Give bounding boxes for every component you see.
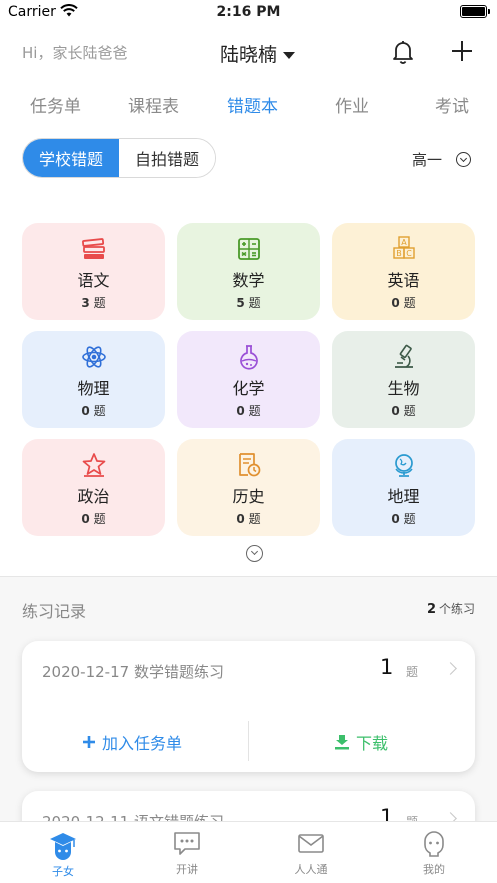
subject-count: 3题 xyxy=(81,296,106,310)
subject-card-politics[interactable]: 政治 0题 xyxy=(22,439,165,536)
subject-card-math[interactable]: 数学 5题 xyxy=(177,223,320,320)
subject-name: 语文 xyxy=(77,271,110,290)
greeting-text: Hi，家长陆爸爸 xyxy=(22,44,128,62)
subject-card-chinese[interactable]: 语文 3题 xyxy=(22,223,165,320)
subject-count: 5题 xyxy=(236,296,261,310)
mistake-source-segment: 学校错题 自拍错题 xyxy=(22,138,217,178)
battery-icon xyxy=(460,5,490,18)
subject-card-history[interactable]: 历史 0题 xyxy=(177,439,320,536)
record-title: 2020-12-17 数学错题练习 xyxy=(42,663,224,681)
subject-name: 化学 xyxy=(232,379,265,398)
subject-card-biology[interactable]: 生物 0题 xyxy=(332,331,475,428)
subject-count: 0题 xyxy=(391,296,416,310)
tabbar-item-me[interactable]: 我的 xyxy=(394,830,474,877)
graduate-icon xyxy=(50,833,76,860)
grade-label: 高一 xyxy=(412,151,443,169)
svg-text:A: A xyxy=(401,238,407,247)
star-icon xyxy=(81,451,107,479)
download-label: 下载 xyxy=(356,734,389,753)
calculator-icon xyxy=(237,235,261,263)
subject-name: 政治 xyxy=(77,487,110,506)
svg-text:B: B xyxy=(396,249,402,258)
status-bar: Carrier 2:16 PM xyxy=(0,0,497,26)
add-to-tasklist-label: 加入任务单 xyxy=(102,734,183,753)
record-actions: 加入任务单 下载 xyxy=(22,721,475,761)
tabbar-item-children[interactable]: 子女 xyxy=(23,830,103,879)
mail-icon xyxy=(298,834,324,853)
history-doc-icon xyxy=(236,451,262,479)
expand-chevron-icon[interactable] xyxy=(246,545,263,562)
subject-grid: 语文 3题 数学 5题 ABC 英语 0题 物理 0题 化学 0题 生物 0题 xyxy=(22,223,476,536)
action-separator xyxy=(248,721,249,761)
tabbar-item-messages[interactable]: 人人通 xyxy=(271,830,351,877)
plus-icon xyxy=(83,736,95,748)
tabbar-label: 我的 xyxy=(423,863,445,876)
abc-blocks-icon: ABC xyxy=(392,235,416,263)
microscope-icon xyxy=(391,343,417,371)
record-unit: 题 xyxy=(406,665,419,679)
child-name: 陆晓楠 xyxy=(220,44,278,66)
photo-mistakes-button[interactable]: 自拍错题 xyxy=(119,139,216,177)
subject-name: 英语 xyxy=(387,271,420,290)
subject-card-chemistry[interactable]: 化学 0题 xyxy=(177,331,320,428)
tabbar-item-lecture[interactable]: 开讲 xyxy=(147,830,227,877)
subject-count: 0题 xyxy=(81,404,106,418)
subject-count: 0题 xyxy=(391,404,416,418)
tab-mistakes[interactable]: 错题本 xyxy=(227,92,278,117)
tab-schedule[interactable]: 课程表 xyxy=(128,92,179,117)
subject-name: 历史 xyxy=(232,487,265,506)
practice-record-card[interactable]: 2020-12-17 数学错题练习 1 题 加入任务单 下载 xyxy=(22,641,475,772)
subject-name: 地理 xyxy=(387,487,420,506)
school-mistakes-button[interactable]: 学校错题 xyxy=(23,139,120,177)
clock: 2:16 PM xyxy=(216,4,281,20)
globe-icon xyxy=(391,451,417,479)
subject-card-physics[interactable]: 物理 0题 xyxy=(22,331,165,428)
practice-title: 练习记录 xyxy=(22,602,87,621)
subject-count: 0题 xyxy=(81,512,106,526)
subject-name: 生物 xyxy=(387,379,420,398)
practice-count: 2 个练习 xyxy=(426,602,475,617)
tabbar-label: 开讲 xyxy=(176,863,198,876)
books-icon xyxy=(81,235,107,263)
add-to-tasklist-button[interactable]: 加入任务单 xyxy=(82,730,182,754)
child-selector[interactable]: 陆晓楠 xyxy=(220,40,296,67)
record-question-count: 1 xyxy=(380,655,394,679)
tab-homework[interactable]: 作业 xyxy=(335,92,369,117)
flask-icon xyxy=(237,343,261,371)
grade-selector[interactable]: 高一 xyxy=(412,149,472,170)
add-icon[interactable] xyxy=(450,39,474,67)
svg-text:C: C xyxy=(406,249,412,258)
chat-bubble-icon xyxy=(174,832,200,855)
download-icon xyxy=(335,735,349,750)
chevron-down-icon xyxy=(456,152,472,167)
bottom-tab-bar: 子女 开讲 人人通 我的 xyxy=(0,821,497,883)
tab-task-list[interactable]: 任务单 xyxy=(30,92,81,117)
header: Hi，家长陆爸爸 陆晓楠 xyxy=(0,30,497,80)
subject-name: 物理 xyxy=(77,379,110,398)
subject-count: 0题 xyxy=(391,512,416,526)
top-tabs: 任务单 课程表 错题本 作业 考试 xyxy=(0,88,497,122)
subject-name: 数学 xyxy=(232,271,265,290)
tab-exam[interactable]: 考试 xyxy=(435,92,469,117)
tabbar-label: 子女 xyxy=(52,865,74,878)
chevron-right-icon xyxy=(444,662,457,675)
subject-count: 0题 xyxy=(236,404,261,418)
download-button[interactable]: 下载 xyxy=(334,730,388,754)
caret-down-icon xyxy=(283,51,296,59)
tabbar-label: 人人通 xyxy=(294,863,328,876)
subject-card-english[interactable]: ABC 英语 0题 xyxy=(332,223,475,320)
atom-icon xyxy=(81,343,107,371)
bell-icon[interactable] xyxy=(389,38,417,70)
subject-card-geography[interactable]: 地理 0题 xyxy=(332,439,475,536)
profile-icon xyxy=(424,831,444,857)
subject-count: 0题 xyxy=(236,512,261,526)
